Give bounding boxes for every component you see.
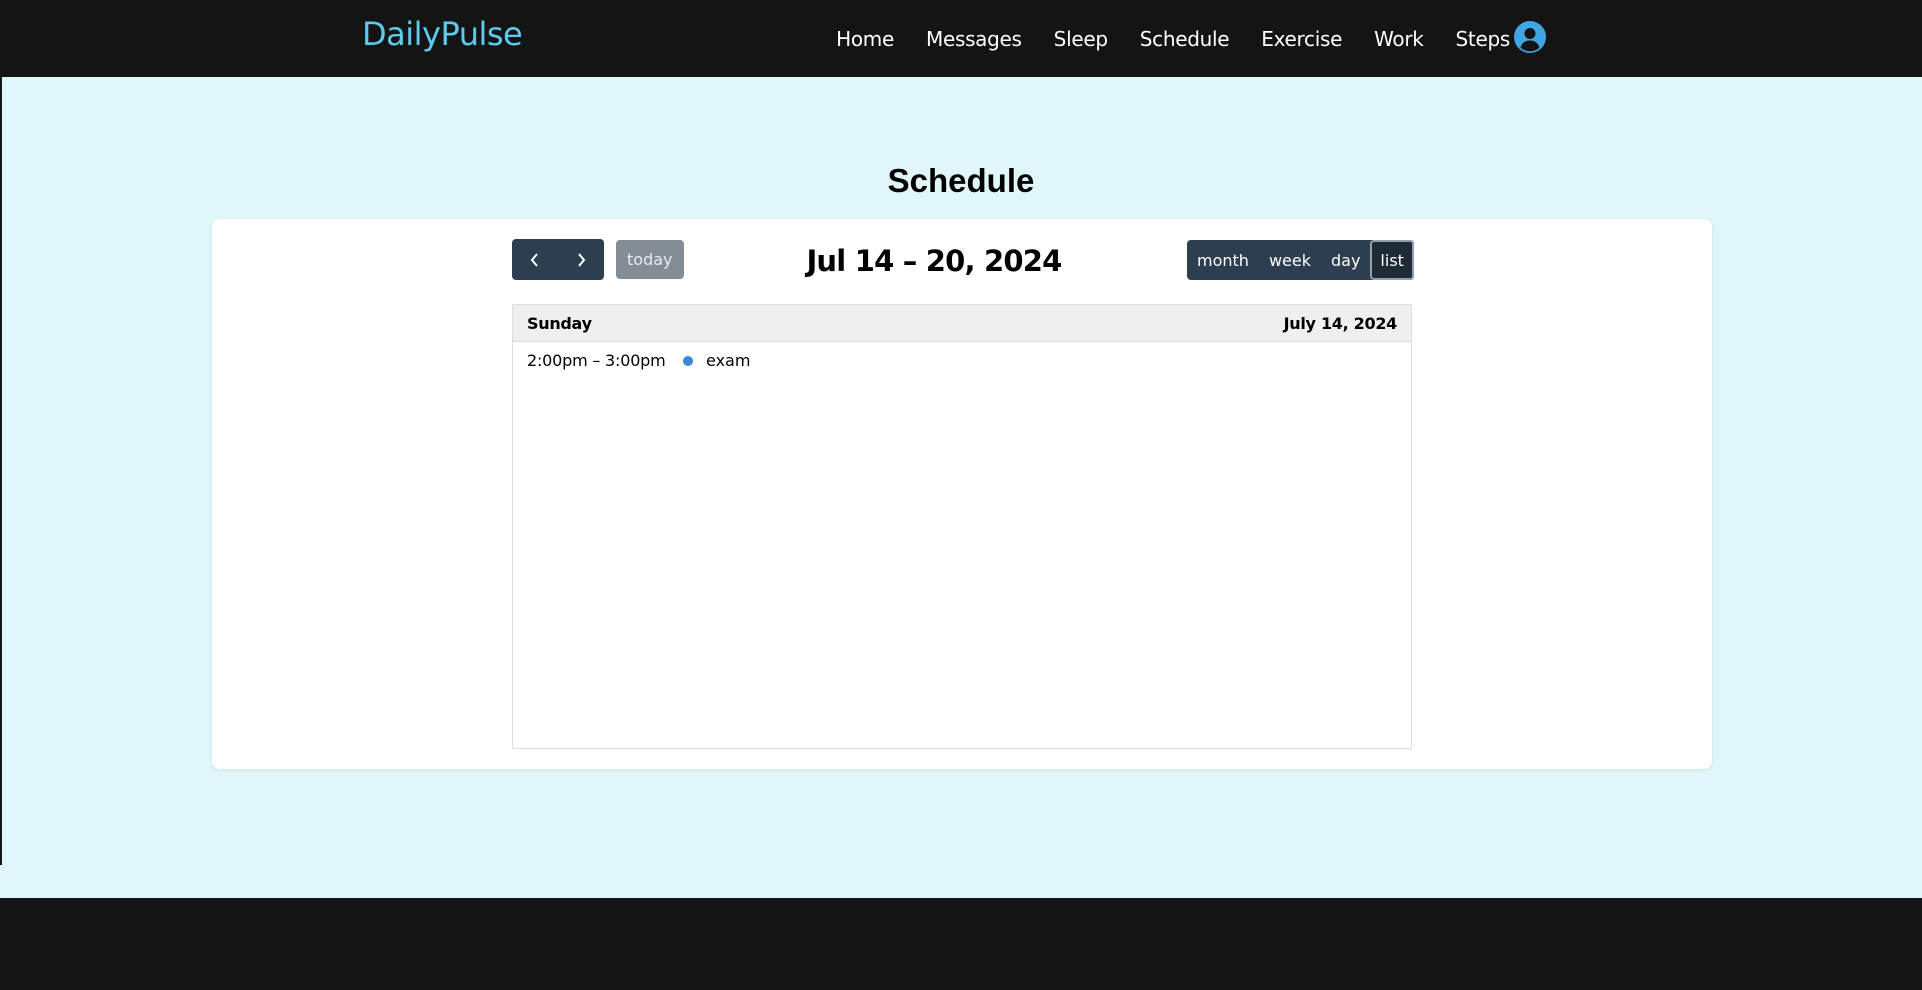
- user-circle-icon[interactable]: [1514, 21, 1546, 53]
- event-dot-icon: [683, 355, 693, 366]
- event-row[interactable]: 2:00pm – 3:00pm exam: [513, 342, 1411, 379]
- nav-link-messages[interactable]: Messages: [926, 27, 1022, 51]
- nav-link-home[interactable]: Home: [836, 27, 894, 51]
- chevron-right-icon: [578, 252, 586, 267]
- calendar-toolbar-left: today: [512, 239, 684, 280]
- event-list: Sunday July 14, 2024 2:00pm – 3:00pm exa…: [512, 304, 1412, 749]
- event-time: 2:00pm – 3:00pm: [527, 351, 666, 370]
- brand-logo[interactable]: DailyPulse: [362, 15, 523, 53]
- list-view-button[interactable]: list: [1370, 240, 1414, 280]
- date-range-title: Jul 14 – 20, 2024: [806, 244, 1062, 278]
- navbar: DailyPulse Home Messages Sleep Schedule …: [0, 0, 1922, 77]
- nav-link-exercise[interactable]: Exercise: [1261, 27, 1342, 51]
- chevron-left-icon: [530, 252, 538, 267]
- day-header: Sunday July 14, 2024: [513, 305, 1411, 342]
- day-view-button[interactable]: day: [1321, 240, 1370, 280]
- left-edge-divider: [0, 0, 2, 865]
- week-view-button[interactable]: week: [1259, 240, 1321, 280]
- day-header-date: July 14, 2024: [1283, 313, 1398, 333]
- nav-link-schedule[interactable]: Schedule: [1140, 27, 1230, 51]
- next-button[interactable]: [558, 239, 604, 280]
- nav-link-sleep[interactable]: Sleep: [1054, 27, 1108, 51]
- footer: [0, 898, 1922, 990]
- page-title: Schedule: [887, 162, 1035, 199]
- month-view-button[interactable]: month: [1187, 240, 1259, 280]
- nav-link-steps[interactable]: Steps: [1456, 27, 1511, 51]
- day-header-weekday: Sunday: [527, 313, 592, 333]
- nav-links: Home Messages Sleep Schedule Exercise Wo…: [836, 0, 1510, 77]
- event-title: exam: [706, 351, 751, 370]
- today-button[interactable]: today: [616, 240, 684, 279]
- prev-next-group: [512, 239, 604, 280]
- nav-link-work[interactable]: Work: [1374, 27, 1424, 51]
- view-switcher: month week day list: [1187, 240, 1414, 280]
- prev-button[interactable]: [512, 239, 558, 280]
